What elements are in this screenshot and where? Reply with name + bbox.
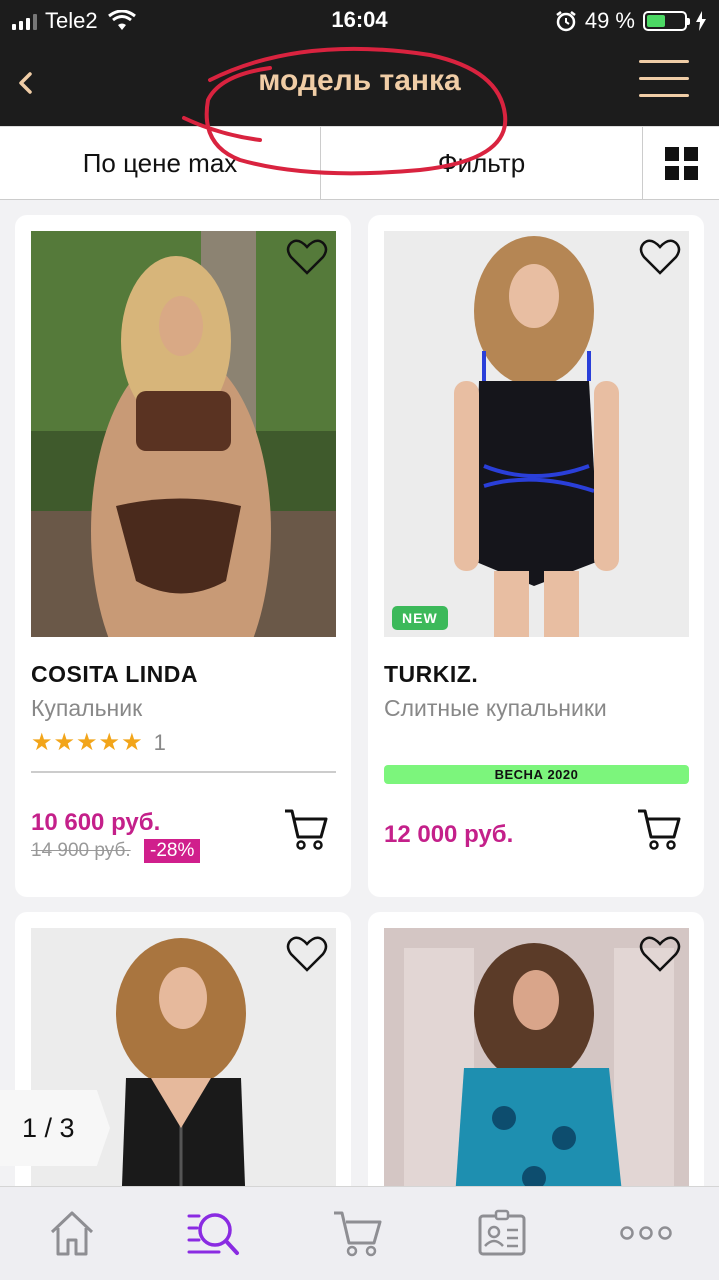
bottom-nav — [0, 1186, 719, 1280]
grid-icon — [664, 146, 698, 180]
alarm-icon — [556, 11, 576, 32]
product-category: Слитные купальники — [384, 695, 607, 721]
menu-bar — [639, 94, 689, 97]
product-old-price: 14 900 руб. — [31, 840, 131, 861]
nav-profile[interactable] — [474, 1207, 530, 1259]
grid-view-button[interactable] — [643, 127, 719, 199]
product-price: 12 000 руб. — [384, 821, 514, 848]
status-bar: Tele2 16:04 49 % — [0, 0, 719, 40]
new-badge: NEW — [392, 606, 448, 630]
discount-badge: -28% — [144, 839, 201, 863]
product-category: Купальник — [31, 695, 143, 721]
cart-icon — [334, 1211, 382, 1257]
product-photo[interactable] — [31, 231, 336, 637]
rating-stars: ★★★★★ — [31, 729, 144, 756]
profile-icon — [478, 1209, 526, 1256]
home-icon — [50, 1211, 94, 1256]
rating-count: 1 — [153, 729, 166, 755]
product-brand: TURKIZ. — [384, 661, 479, 687]
app-header: модель танка — [0, 40, 719, 126]
menu-bar — [639, 60, 689, 63]
status-right: 49 % — [555, 8, 707, 34]
nav-more[interactable] — [618, 1207, 674, 1259]
battery-level — [647, 15, 665, 27]
nav-search[interactable] — [186, 1207, 242, 1259]
menu-bar — [639, 77, 689, 80]
menu-button[interactable] — [639, 60, 689, 102]
nav-home[interactable] — [44, 1207, 100, 1259]
product-card[interactable]: COSITA LINDA Купальник ★★★★★ 1 10 600 ру… — [15, 215, 351, 897]
divider — [31, 771, 336, 773]
add-to-cart-icon[interactable] — [283, 807, 329, 851]
add-to-cart-icon[interactable] — [636, 807, 682, 851]
sort-filter-bar: По цене max Фильтр — [0, 126, 719, 200]
product-card[interactable] — [15, 912, 351, 1212]
favorite-heart-icon[interactable] — [285, 237, 329, 277]
product-photo[interactable] — [384, 231, 689, 637]
page-indicator: 1 / 3 — [0, 1090, 110, 1166]
favorite-heart-icon[interactable] — [285, 934, 329, 974]
product-card[interactable]: NEW TURKIZ. Слитные купальники ВЕСНА 202… — [368, 215, 704, 897]
battery-icon — [643, 11, 690, 31]
charging-icon — [696, 11, 706, 31]
product-price: 10 600 руб. — [31, 809, 161, 836]
product-card[interactable] — [368, 912, 704, 1212]
nav-cart[interactable] — [330, 1207, 386, 1259]
sort-button[interactable]: По цене max — [0, 127, 321, 199]
search-icon — [187, 1213, 239, 1255]
favorite-heart-icon[interactable] — [638, 934, 682, 974]
favorite-heart-icon[interactable] — [638, 237, 682, 277]
season-badge: ВЕСНА 2020 — [384, 765, 689, 784]
battery-percent: 49 % — [584, 8, 635, 33]
product-rating: ★★★★★ 1 — [31, 728, 166, 757]
more-icon — [620, 1226, 672, 1240]
filter-button[interactable]: Фильтр — [321, 127, 643, 199]
page-title: модель танка — [258, 64, 461, 97]
product-brand: COSITA LINDA — [31, 661, 198, 687]
